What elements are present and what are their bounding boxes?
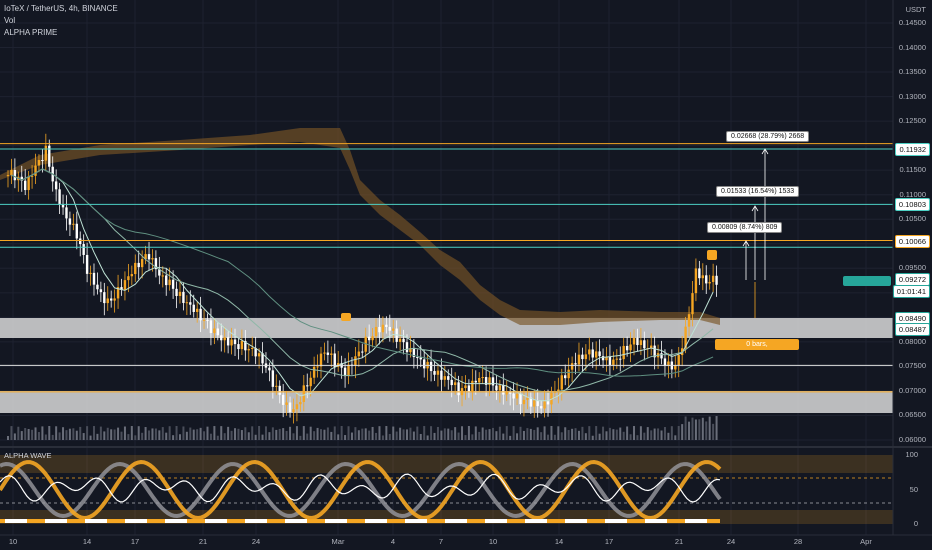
price-tick: 0.13000 bbox=[898, 91, 926, 101]
price-tick: 0.07500 bbox=[898, 361, 926, 371]
bars-count-box: 0 bars, bbox=[715, 339, 799, 350]
date-tick: 10 bbox=[488, 537, 498, 546]
price-tick: 0.11000 bbox=[899, 189, 926, 199]
signal-marker bbox=[707, 250, 717, 260]
date-tick: 7 bbox=[438, 537, 444, 546]
price-tag: 0.11932 bbox=[895, 142, 930, 156]
price-chart[interactable] bbox=[0, 0, 932, 550]
symbol-title: IoTeX / TetherUS, 4h, BINANCE bbox=[4, 4, 118, 13]
measure-label-3[interactable]: 0.00809 (8.74%) 809 bbox=[707, 222, 783, 233]
date-tick: 14 bbox=[554, 537, 564, 546]
price-tag: 0.10803 bbox=[894, 198, 930, 212]
price-tick: 0.09500 bbox=[898, 263, 926, 273]
oscillator-tick: 100 bbox=[905, 450, 918, 459]
price-tick: 0.08000 bbox=[898, 336, 926, 346]
date-tick: 17 bbox=[604, 537, 614, 546]
price-tick: 0.11500 bbox=[899, 165, 926, 175]
alpha-prime-indicator-label[interactable]: ALPHA PRIME bbox=[4, 27, 57, 39]
date-tick: 10 bbox=[8, 537, 18, 546]
date-tick: 24 bbox=[251, 537, 261, 546]
price-tag: 0.10066 bbox=[894, 234, 930, 248]
price-tick: 0.10500 bbox=[898, 214, 926, 224]
date-tick: Apr bbox=[860, 537, 872, 546]
alert-label[interactable] bbox=[843, 276, 891, 286]
date-tick: 28 bbox=[793, 537, 803, 546]
price-tag: 01:01:41 bbox=[892, 284, 930, 298]
price-tick: 0.06500 bbox=[898, 410, 926, 420]
measure-label-2[interactable]: 0.01533 (16.54%) 1533 bbox=[716, 186, 800, 197]
date-tick: 24 bbox=[726, 537, 736, 546]
price-tick: 0.07000 bbox=[898, 385, 926, 395]
oscillator-tick: 50 bbox=[909, 485, 918, 494]
pane-separator[interactable] bbox=[0, 446, 932, 448]
date-tick: 17 bbox=[130, 537, 140, 546]
price-tick: 0.06000 bbox=[898, 435, 926, 444]
oscillator-tick: 0 bbox=[913, 519, 918, 528]
price-tick: 0.14000 bbox=[898, 42, 926, 52]
date-tick: 14 bbox=[82, 537, 92, 546]
date-tick: 4 bbox=[390, 537, 396, 546]
trading-chart-window: IoTeX / TetherUS, 4h, BINANCE Vol ALPHA … bbox=[0, 0, 932, 550]
measure-label-1[interactable]: 0.02668 (28.79%) 2668 bbox=[726, 131, 810, 142]
currency-label: USDT bbox=[905, 5, 926, 14]
date-tick: Mar bbox=[331, 537, 345, 546]
date-tick: 21 bbox=[198, 537, 208, 546]
price-tick: 0.12500 bbox=[898, 116, 926, 126]
price-tag: 0.08487 bbox=[894, 322, 930, 336]
date-tick: 21 bbox=[674, 537, 684, 546]
price-tick: 0.13500 bbox=[898, 67, 926, 77]
price-tick: 0.14500 bbox=[898, 18, 926, 27]
alpha-wave-indicator-label[interactable]: ALPHA WAVE bbox=[4, 451, 52, 460]
signal-marker bbox=[341, 313, 351, 321]
volume-indicator-label[interactable]: Vol bbox=[4, 15, 15, 27]
